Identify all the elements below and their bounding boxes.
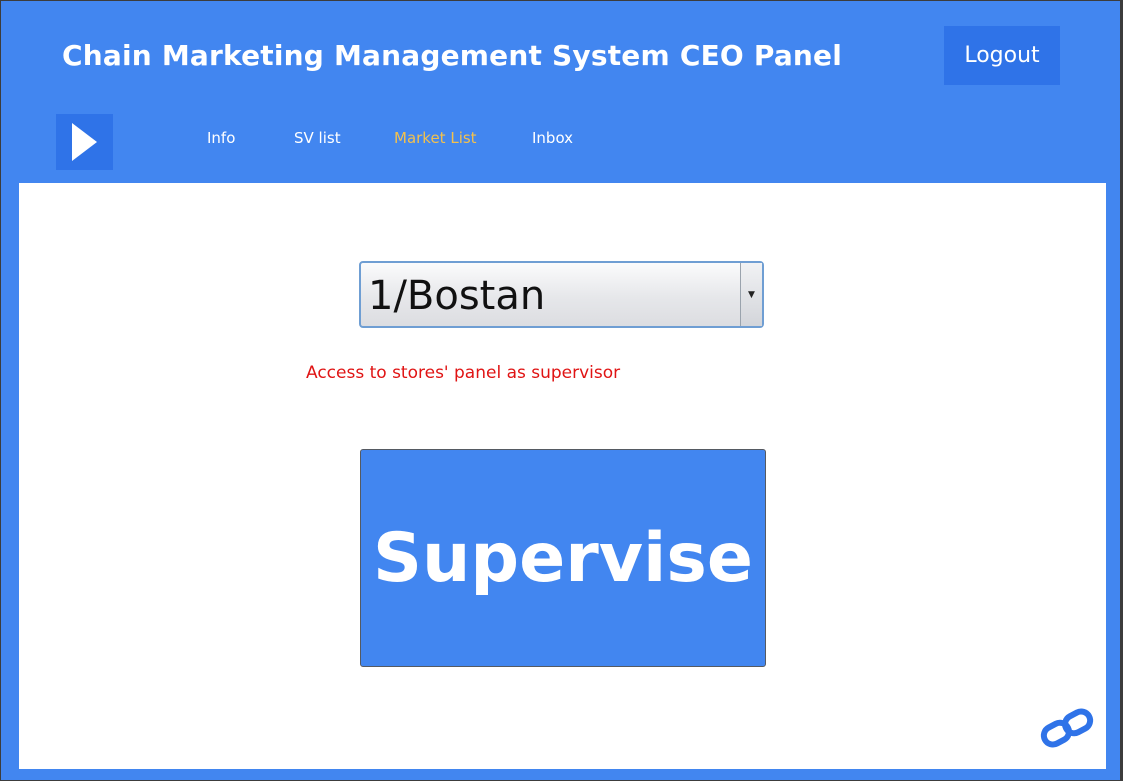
menu-toggle-button[interactable] <box>56 114 113 170</box>
main-content-panel: 1/Bostan ▼ Access to stores' panel as su… <box>19 183 1106 769</box>
dropdown-arrow-icon[interactable]: ▼ <box>740 263 762 326</box>
nav-item-market-list[interactable]: Market List <box>394 129 477 147</box>
play-arrow-icon <box>72 123 97 161</box>
market-select-dropdown[interactable]: 1/Bostan ▼ <box>359 261 764 328</box>
logout-button[interactable]: Logout <box>944 26 1060 85</box>
nav-item-inbox[interactable]: Inbox <box>532 129 573 147</box>
nav-item-info[interactable]: Info <box>207 129 235 147</box>
supervise-button[interactable]: Supervise <box>360 449 766 667</box>
supervisor-access-hint: Access to stores' panel as supervisor <box>306 363 621 383</box>
market-select-value: 1/Bostan <box>368 273 546 319</box>
app-title: Chain Marketing Management System CEO Pa… <box>62 39 843 72</box>
link-chain-icon[interactable] <box>1038 706 1096 754</box>
nav-item-sv-list[interactable]: SV list <box>294 129 341 147</box>
app-window: Chain Marketing Management System CEO Pa… <box>1 1 1120 780</box>
